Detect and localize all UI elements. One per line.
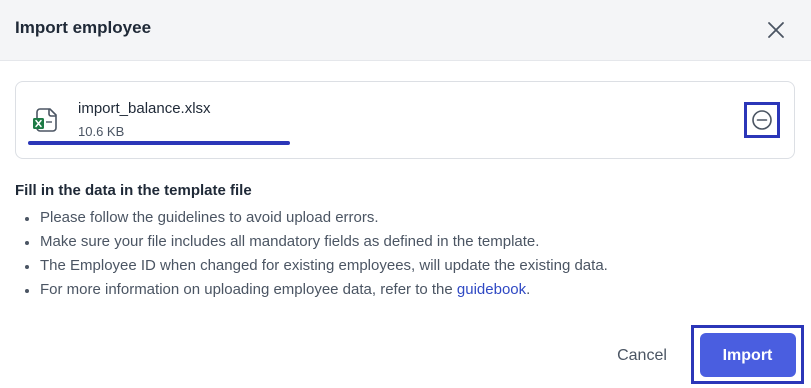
upload-progress-bar bbox=[28, 141, 290, 145]
guideline-item: Make sure your file includes all mandato… bbox=[22, 230, 608, 254]
excel-file-icon bbox=[33, 106, 59, 134]
dialog-title: Import employee bbox=[15, 18, 152, 37]
cancel-button[interactable]: Cancel bbox=[602, 340, 682, 370]
import-button[interactable]: Import bbox=[699, 332, 796, 377]
guideline-text: For more information on uploading employ… bbox=[40, 281, 457, 298]
bullet-icon bbox=[25, 265, 29, 269]
remove-file-button[interactable] bbox=[744, 102, 780, 138]
bullet-icon bbox=[25, 217, 29, 221]
guidelines-list: Please follow the guidelines to avoid up… bbox=[22, 206, 608, 302]
bullet-icon bbox=[25, 289, 29, 293]
guideline-text: The Employee ID when changed for existin… bbox=[40, 257, 608, 274]
file-name: import_balance.xlsx bbox=[78, 100, 211, 117]
import-employee-dialog: Import employee import_balance.xlsx 10.6… bbox=[0, 0, 811, 388]
import-button-highlight: Import bbox=[691, 325, 804, 384]
upload-progress-fill bbox=[28, 141, 290, 145]
guideline-item: For more information on uploading employ… bbox=[22, 278, 608, 302]
guideline-item: Please follow the guidelines to avoid up… bbox=[22, 206, 608, 230]
file-size: 10.6 KB bbox=[78, 124, 125, 139]
guideline-text: Make sure your file includes all mandato… bbox=[40, 233, 540, 250]
guideline-suffix: . bbox=[526, 281, 531, 298]
minus-circle-icon bbox=[752, 110, 772, 130]
uploaded-file-card: import_balance.xlsx 10.6 KB bbox=[15, 81, 795, 159]
close-icon[interactable] bbox=[762, 16, 790, 44]
guidebook-link[interactable]: guidebook bbox=[457, 281, 526, 298]
guideline-item: The Employee ID when changed for existin… bbox=[22, 254, 608, 278]
guideline-text: Please follow the guidelines to avoid up… bbox=[40, 209, 379, 226]
bullet-icon bbox=[25, 241, 29, 245]
dialog-header: Import employee bbox=[0, 0, 811, 61]
instructions-heading: Fill in the data in the template file bbox=[15, 182, 252, 199]
